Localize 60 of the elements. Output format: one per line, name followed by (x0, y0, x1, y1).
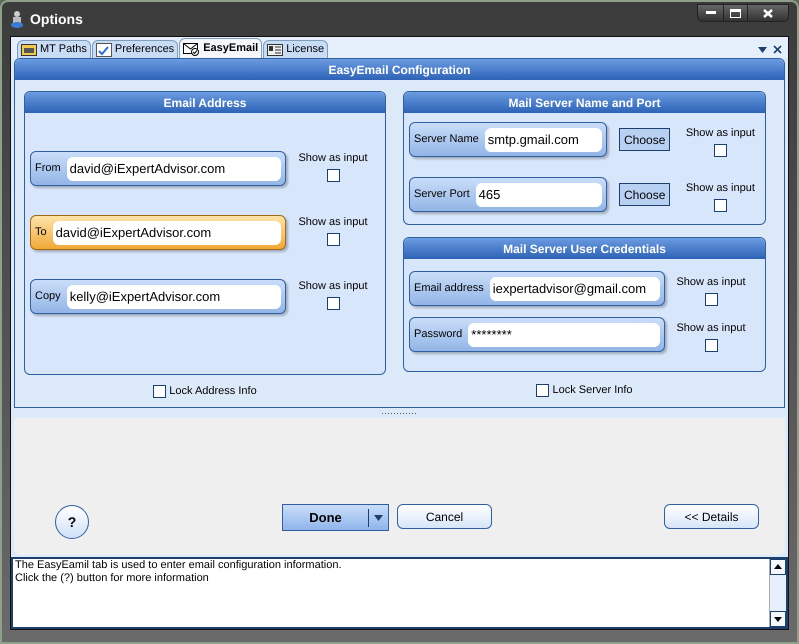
checkbox[interactable] (704, 292, 718, 306)
option-label: Show as input (676, 275, 746, 290)
option-label: Show as input (686, 181, 755, 196)
option-label: Show as input (298, 151, 368, 166)
dropdown-arrow-icon[interactable] (374, 514, 383, 520)
checkbox-label: Lock Server Info (552, 383, 633, 398)
message-line: The EasyEamil tab is used to enter email configuration information. (15, 559, 342, 572)
input-field[interactable]: Email address iexpertadvisor@gmail.com (409, 271, 665, 306)
checkbox-label: Lock Address Info (169, 384, 257, 399)
input-field[interactable]: Password ******** (409, 317, 665, 352)
checkbox[interactable] (714, 144, 727, 156)
window-title: Options (30, 10, 83, 29)
checkbox[interactable] (536, 384, 550, 397)
group-header: Mail Server User Credentials (404, 238, 765, 259)
checkbox[interactable] (714, 198, 727, 212)
details-button[interactable]: << Details (664, 504, 759, 529)
group-header: Mail Server Name and Port (404, 92, 765, 113)
input-field[interactable]: Server Name smtp.gmail.com (409, 122, 607, 157)
cancel-button[interactable]: Cancel (397, 504, 492, 529)
checkbox[interactable] (704, 338, 718, 352)
option-label: Show as input (676, 321, 746, 336)
checkbox[interactable] (153, 384, 166, 398)
tab[interactable]: License (263, 40, 328, 58)
close-icon (763, 8, 773, 18)
input-field[interactable]: From david@iExpertAdvisor.com (30, 151, 286, 186)
choose-button[interactable]: Choose (619, 128, 670, 151)
checkbox[interactable] (326, 296, 340, 310)
section-header: EasyEmail Configuration (15, 59, 784, 80)
dropdown-arrow-icon[interactable] (758, 46, 767, 52)
checklist-icon (96, 42, 112, 56)
choose-button[interactable]: Choose (619, 183, 670, 206)
checkbox[interactable] (326, 232, 340, 246)
option-label: Show as input (298, 279, 368, 294)
maximize-button[interactable] (724, 5, 748, 21)
app-icon (10, 10, 24, 28)
scrollbar[interactable] (769, 559, 786, 627)
help-button[interactable]: ? (55, 505, 89, 539)
option-label: Show as input (686, 126, 755, 141)
tab[interactable]: Preferences (92, 40, 178, 58)
tab[interactable]: MT Paths (17, 40, 91, 58)
maximize-icon (730, 8, 741, 18)
done-button[interactable]: Done (282, 504, 389, 531)
scroll-down-icon[interactable] (770, 611, 786, 627)
group-header: Email Address (25, 92, 385, 113)
folder-icon (21, 43, 37, 56)
id-card-icon (267, 44, 284, 56)
input-field[interactable]: To david@iExpertAdvisor.com (30, 215, 286, 250)
option-label: Show as input (298, 215, 368, 230)
splitter-grip[interactable] (382, 412, 418, 414)
input-field[interactable]: Copy kelly@iExpertAdvisor.com (30, 279, 286, 314)
checkbox[interactable] (326, 168, 340, 182)
close-icon[interactable] (773, 45, 782, 54)
tab[interactable]: EasyEmail (179, 38, 262, 58)
message-line: Click the (?) button for more information (15, 572, 210, 585)
minimize-button[interactable] (698, 5, 724, 21)
minimize-icon (706, 11, 716, 15)
close-button[interactable] (748, 5, 788, 21)
input-field[interactable]: Server Port 465 (409, 177, 607, 212)
envelope-check-icon (183, 42, 200, 56)
scroll-up-icon[interactable] (770, 559, 786, 575)
